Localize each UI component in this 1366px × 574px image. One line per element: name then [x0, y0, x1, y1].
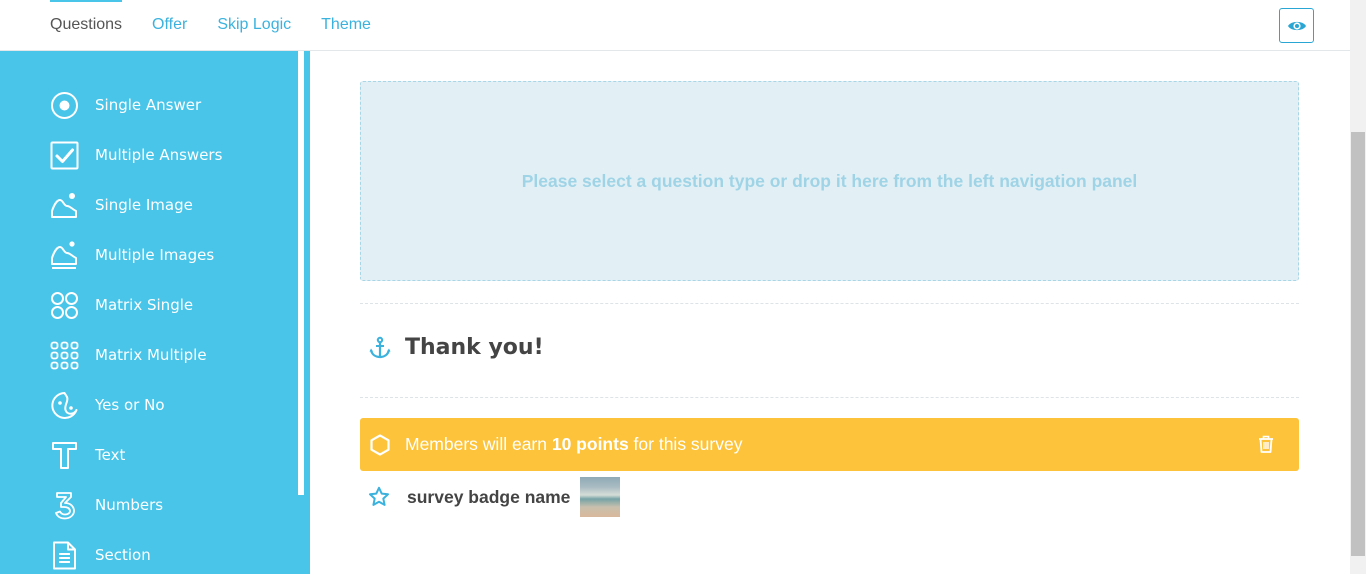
sidebar-item-label: Text — [95, 446, 126, 464]
points-prefix: Members will earn — [405, 434, 552, 454]
sidebar-item-yes-or-no[interactable]: Yes or No — [0, 380, 298, 430]
question-dropzone[interactable]: Please select a question type or drop it… — [360, 81, 1299, 281]
tab-offer[interactable]: Offer — [152, 0, 187, 50]
survey-badge-row[interactable]: survey badge name — [368, 477, 621, 517]
divider — [360, 397, 1299, 398]
sidebar-edge — [304, 51, 310, 574]
images-icon — [51, 241, 77, 269]
question-type-sidebar: Single Answer Multiple Answers Single Im… — [0, 51, 298, 574]
top-bar: Questions Offer Skip Logic Theme — [0, 0, 1350, 51]
page-scrollbar-thumb[interactable] — [1351, 132, 1365, 556]
sidebar-item-section[interactable]: Section — [0, 530, 298, 574]
eye-icon — [1287, 21, 1306, 30]
page-scrollbar[interactable] — [1350, 0, 1366, 574]
points-bar: Members will earn 10 points for this sur… — [360, 418, 1299, 471]
trash-icon[interactable] — [1258, 435, 1274, 453]
radio-icon — [51, 92, 78, 119]
sidebar-item-label: Single Image — [95, 196, 193, 214]
sidebar-item-label: Multiple Images — [95, 246, 215, 264]
badge-image — [580, 477, 621, 517]
hexagon-icon — [370, 434, 390, 456]
sidebar-item-numbers[interactable]: Numbers — [0, 480, 298, 530]
sidebar-item-matrix-multiple[interactable]: Matrix Multiple — [0, 330, 298, 380]
sidebar-item-label: Matrix Multiple — [95, 346, 207, 364]
badge-name: survey badge name — [407, 486, 571, 507]
tab-skip-logic[interactable]: Skip Logic — [217, 0, 291, 50]
sidebar-item-multiple-answers[interactable]: Multiple Answers — [0, 130, 298, 180]
sidebar-item-label: Numbers — [95, 496, 164, 514]
sidebar-item-text[interactable]: Text — [0, 430, 298, 480]
section-icon — [53, 541, 76, 570]
sidebar-item-label: Yes or No — [95, 396, 165, 414]
points-suffix: for this survey — [628, 434, 743, 454]
sidebar-item-label: Section — [95, 546, 151, 564]
matrix-single-icon — [51, 292, 78, 319]
thank-you-row[interactable]: Thank you! — [368, 335, 544, 360]
star-icon — [369, 486, 389, 506]
dropzone-hint: Please select a question type or drop it… — [521, 170, 1138, 191]
yes-no-icon — [51, 392, 78, 419]
sidebar-item-label: Multiple Answers — [95, 146, 223, 164]
numbers-icon — [55, 492, 75, 520]
sidebar-item-label: Matrix Single — [95, 296, 194, 314]
sidebar-item-multiple-images[interactable]: Multiple Images — [0, 230, 298, 280]
sidebar-item-single-answer[interactable]: Single Answer — [0, 80, 298, 130]
sidebar-item-label: Single Answer — [95, 96, 202, 114]
divider — [360, 303, 1299, 304]
text-icon — [52, 442, 77, 469]
tab-bar: Questions Offer Skip Logic Theme — [50, 0, 401, 50]
tab-theme[interactable]: Theme — [321, 0, 371, 50]
thank-you-title: Thank you! — [405, 335, 544, 360]
checkbox-icon — [50, 141, 79, 170]
points-value: 10 points — [551, 434, 629, 454]
points-text: Members will earn 10 points for this sur… — [405, 434, 742, 455]
preview-button[interactable] — [1279, 8, 1314, 43]
anchor-icon — [369, 336, 391, 358]
image-icon — [51, 193, 77, 218]
sidebar-item-single-image[interactable]: Single Image — [0, 180, 298, 230]
sidebar-item-matrix-single[interactable]: Matrix Single — [0, 280, 298, 330]
matrix-multiple-icon — [50, 341, 79, 370]
tab-questions[interactable]: Questions — [50, 0, 123, 50]
